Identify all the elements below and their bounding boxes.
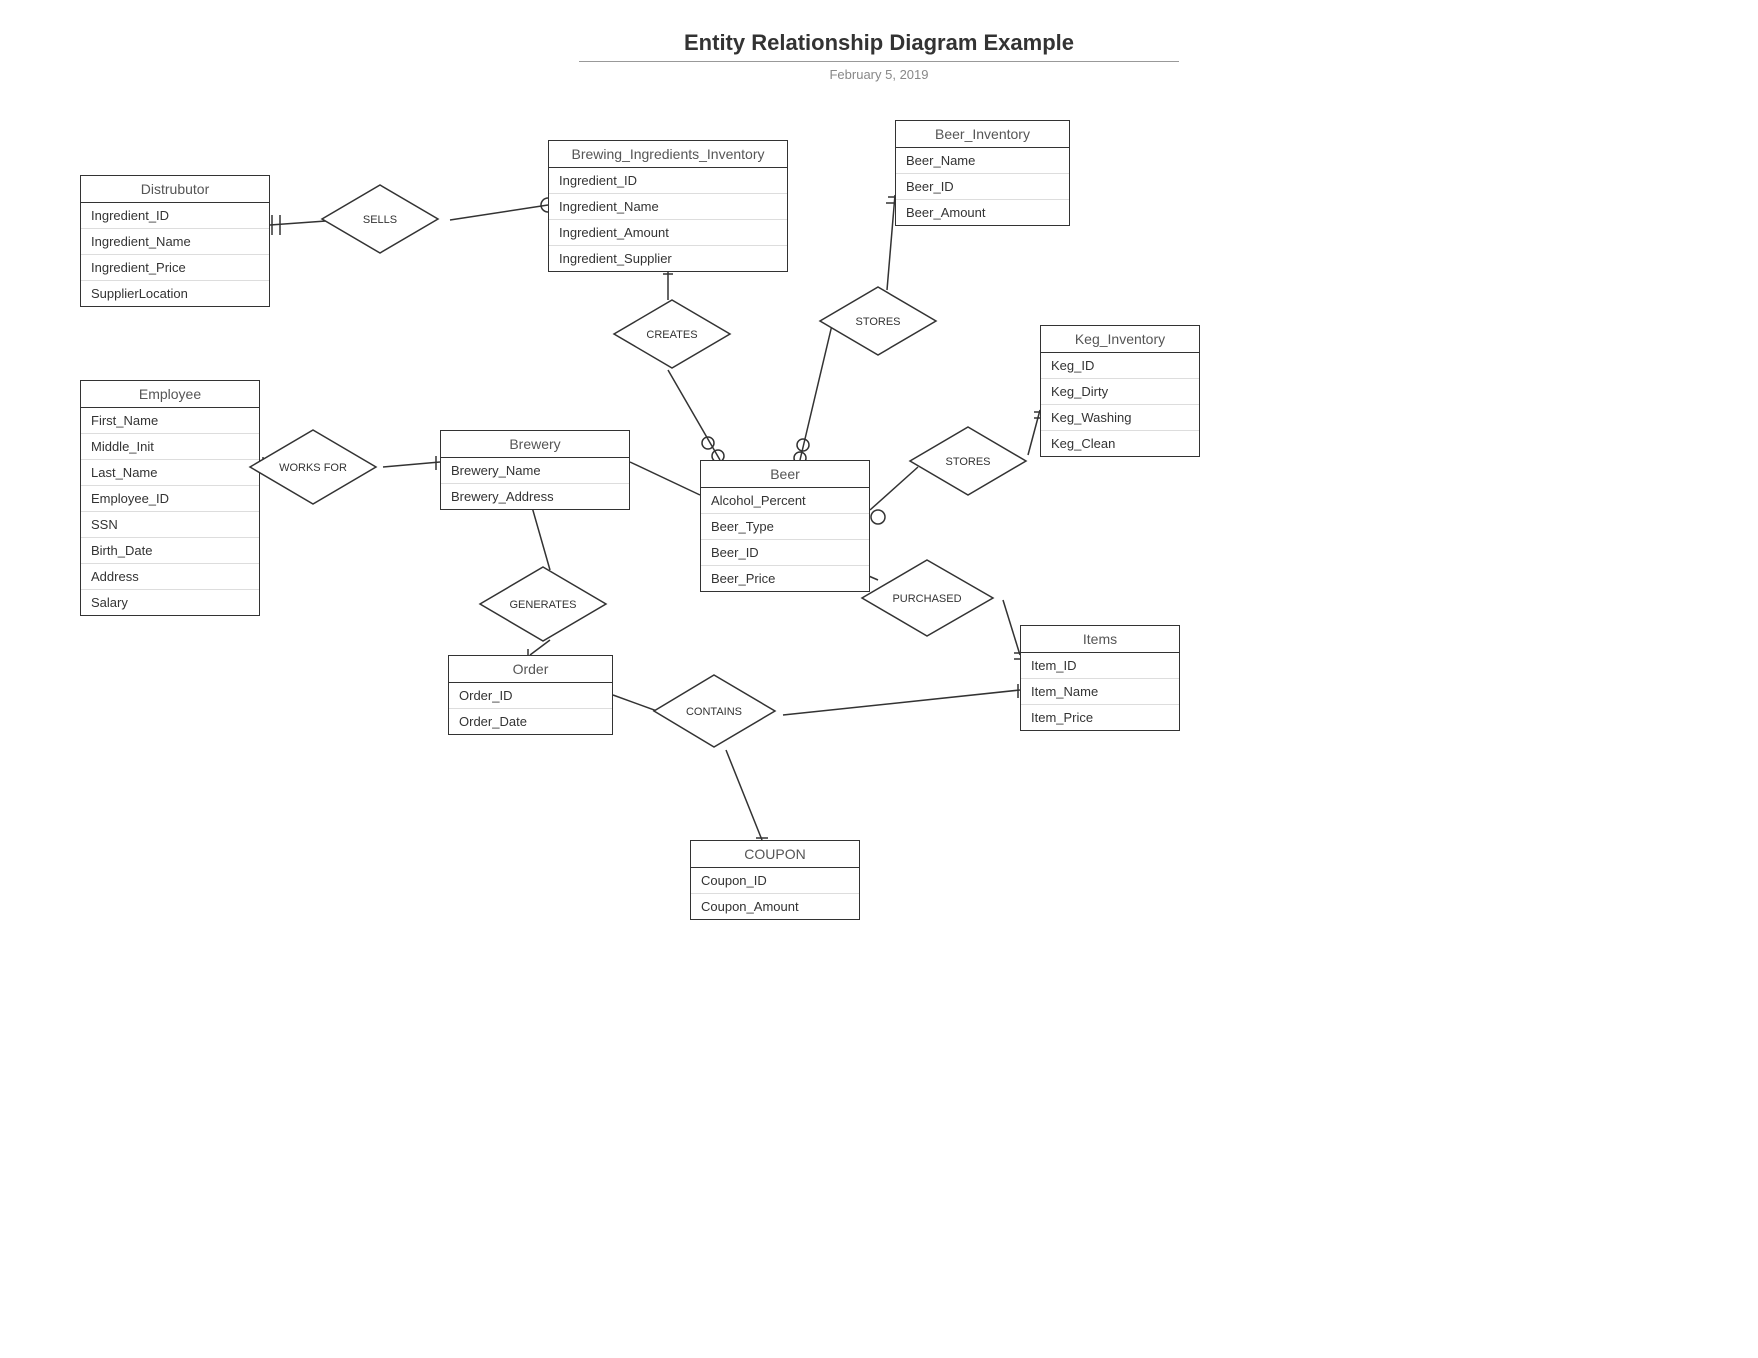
svg-text:WORKS FOR: WORKS FOR <box>279 462 347 474</box>
attr: Birth_Date <box>81 538 259 564</box>
attr: Keg_ID <box>1041 353 1199 379</box>
attr: Coupon_Amount <box>691 894 859 919</box>
attr: Keg_Washing <box>1041 405 1199 431</box>
svg-text:CREATES: CREATES <box>646 329 697 341</box>
relationship-contains: CONTAINS <box>652 673 777 749</box>
svg-text:PURCHASED: PURCHASED <box>892 593 961 605</box>
entity-brewing-attrs: Ingredient_ID Ingredient_Name Ingredient… <box>549 168 787 271</box>
entity-brewing-ingredients: Brewing_Ingredients_Inventory Ingredient… <box>548 140 788 272</box>
attr: Employee_ID <box>81 486 259 512</box>
relationship-creates: CREATES <box>612 298 732 370</box>
attr: Order_ID <box>449 683 612 709</box>
entity-items-header: Items <box>1021 626 1179 653</box>
attr: Ingredient_ID <box>549 168 787 194</box>
entity-brewery-header: Brewery <box>441 431 629 458</box>
entity-employee-header: Employee <box>81 381 259 408</box>
title-underline <box>579 61 1179 62</box>
svg-text:SELLS: SELLS <box>363 214 397 226</box>
svg-text:CONTAINS: CONTAINS <box>686 706 742 718</box>
entity-beer-attrs: Alcohol_Percent Beer_Type Beer_ID Beer_P… <box>701 488 869 591</box>
diagram-container: Entity Relationship Diagram Example Febr… <box>0 0 1758 1358</box>
attr: Beer_Type <box>701 514 869 540</box>
entity-beer: Beer Alcohol_Percent Beer_Type Beer_ID B… <box>700 460 870 592</box>
entity-distributor: Distrubutor Ingredient_ID Ingredient_Nam… <box>80 175 270 307</box>
attr: Address <box>81 564 259 590</box>
entity-brewery-attrs: Brewery_Name Brewery_Address <box>441 458 629 509</box>
entity-coupon-header: COUPON <box>691 841 859 868</box>
entity-beer-header: Beer <box>701 461 869 488</box>
entity-items-attrs: Item_ID Item_Name Item_Price <box>1021 653 1179 730</box>
attr: Middle_Init <box>81 434 259 460</box>
entity-items: Items Item_ID Item_Name Item_Price <box>1020 625 1180 731</box>
svg-text:STORES: STORES <box>855 316 900 328</box>
entity-beer-inventory-attrs: Beer_Name Beer_ID Beer_Amount <box>896 148 1069 225</box>
attr: SSN <box>81 512 259 538</box>
attr: Beer_Amount <box>896 200 1069 225</box>
attr: Ingredient_Amount <box>549 220 787 246</box>
relationship-stores1: STORES <box>818 285 938 357</box>
entity-beer-inventory-header: Beer_Inventory <box>896 121 1069 148</box>
relationship-stores2: STORES <box>908 425 1028 497</box>
entity-brewery: Brewery Brewery_Name Brewery_Address <box>440 430 630 510</box>
attr: Keg_Dirty <box>1041 379 1199 405</box>
attr: Coupon_ID <box>691 868 859 894</box>
attr: Alcohol_Percent <box>701 488 869 514</box>
attr: SupplierLocation <box>81 281 269 306</box>
attr: Keg_Clean <box>1041 431 1199 456</box>
entity-distributor-header: Distrubutor <box>81 176 269 203</box>
attr: Brewery_Name <box>441 458 629 484</box>
attr: Item_Price <box>1021 705 1179 730</box>
entity-brewing-header: Brewing_Ingredients_Inventory <box>549 141 787 168</box>
relationship-works-for: WORKS FOR <box>248 428 378 506</box>
attr: Beer_Name <box>896 148 1069 174</box>
entity-coupon-attrs: Coupon_ID Coupon_Amount <box>691 868 859 919</box>
title-area: Entity Relationship Diagram Example Febr… <box>579 30 1179 82</box>
attr: First_Name <box>81 408 259 434</box>
attr: Ingredient_Price <box>81 255 269 281</box>
entity-keg-inventory: Keg_Inventory Keg_ID Keg_Dirty Keg_Washi… <box>1040 325 1200 457</box>
attr: Item_Name <box>1021 679 1179 705</box>
page-title: Entity Relationship Diagram Example <box>579 30 1179 56</box>
entity-employee-attrs: First_Name Middle_Init Last_Name Employe… <box>81 408 259 615</box>
attr: Ingredient_Name <box>549 194 787 220</box>
attr: Ingredient_Supplier <box>549 246 787 271</box>
attr: Brewery_Address <box>441 484 629 509</box>
attr: Ingredient_Name <box>81 229 269 255</box>
attr: Salary <box>81 590 259 615</box>
entity-distributor-attrs: Ingredient_ID Ingredient_Name Ingredient… <box>81 203 269 306</box>
attr: Beer_Price <box>701 566 869 591</box>
subtitle: February 5, 2019 <box>579 67 1179 82</box>
entity-employee: Employee First_Name Middle_Init Last_Nam… <box>80 380 260 616</box>
svg-text:STORES: STORES <box>945 456 990 468</box>
relationship-purchased: PURCHASED <box>860 558 995 638</box>
attr: Item_ID <box>1021 653 1179 679</box>
attr: Beer_ID <box>896 174 1069 200</box>
entity-order: Order Order_ID Order_Date <box>448 655 613 735</box>
entity-keg-header: Keg_Inventory <box>1041 326 1199 353</box>
svg-text:GENERATES: GENERATES <box>509 599 576 611</box>
entity-keg-attrs: Keg_ID Keg_Dirty Keg_Washing Keg_Clean <box>1041 353 1199 456</box>
attr: Last_Name <box>81 460 259 486</box>
attr: Ingredient_ID <box>81 203 269 229</box>
entity-coupon: COUPON Coupon_ID Coupon_Amount <box>690 840 860 920</box>
relationship-generates: GENERATES <box>478 565 608 643</box>
attr: Beer_ID <box>701 540 869 566</box>
entity-order-attrs: Order_ID Order_Date <box>449 683 612 734</box>
entity-beer-inventory: Beer_Inventory Beer_Name Beer_ID Beer_Am… <box>895 120 1070 226</box>
entity-order-header: Order <box>449 656 612 683</box>
relationship-sells: SELLS <box>320 183 440 255</box>
attr: Order_Date <box>449 709 612 734</box>
